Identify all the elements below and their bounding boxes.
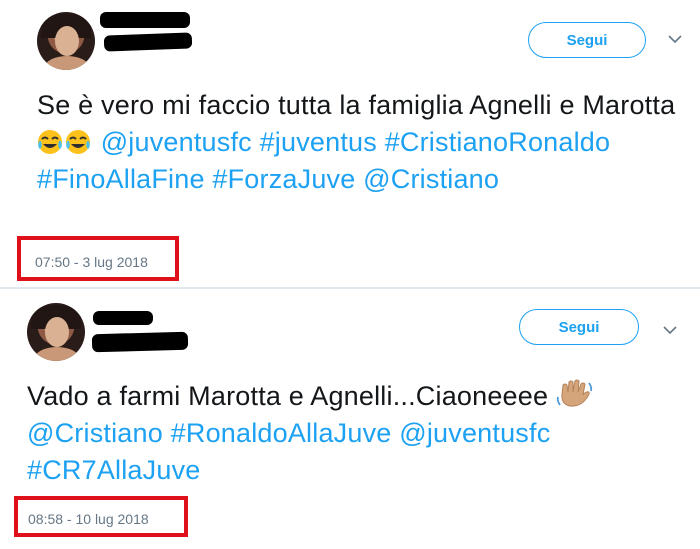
tweet-card: Segui Se è vero mi faccio tutta la famig…: [0, 0, 700, 288]
hashtag-link[interactable]: #ForzaJuve: [212, 164, 355, 194]
hashtag-link[interactable]: #FinoAllaFine: [37, 164, 205, 194]
mention-link[interactable]: @juventusfc: [399, 418, 550, 448]
follow-button-label: Segui: [566, 31, 608, 49]
crying-laughing-emoji: [65, 128, 91, 154]
tweet-body: Vado a farmi Marotta e Agnelli...Ciaonee…: [27, 381, 549, 411]
tweet-timestamp[interactable]: 08:58 - 10 lug 2018: [28, 511, 149, 527]
follow-button[interactable]: Segui: [519, 309, 639, 345]
hashtag-link[interactable]: #CR7AllaJuve: [27, 455, 200, 485]
tweet-text: Se è vero mi faccio tutta la famiglia Ag…: [37, 87, 687, 198]
chevron-down-icon[interactable]: [663, 325, 677, 337]
redacted-username: [103, 32, 193, 52]
crying-laughing-emoji: [37, 128, 63, 154]
hashtag-link[interactable]: #RonaldoAllaJuve: [171, 418, 392, 448]
tweet-body: Se è vero mi faccio tutta la famiglia Ag…: [37, 90, 676, 120]
mention-link[interactable]: @Cristiano: [363, 164, 499, 194]
tweet-timestamp[interactable]: 07:50 - 3 lug 2018: [35, 254, 148, 270]
hashtag-link[interactable]: #juventus: [260, 127, 377, 157]
avatar[interactable]: [27, 303, 85, 361]
redacted-display-name: [93, 311, 153, 325]
hashtag-link[interactable]: #CristianoRonaldo: [385, 127, 611, 157]
waving-hand-emoji: [556, 379, 596, 409]
follow-button[interactable]: Segui: [528, 22, 646, 58]
chevron-down-icon[interactable]: [668, 34, 682, 46]
avatar[interactable]: [37, 12, 95, 70]
tweet-text: Vado a farmi Marotta e Agnelli...Ciaonee…: [27, 378, 687, 489]
redacted-display-name: [100, 12, 190, 28]
mention-link[interactable]: @Cristiano: [27, 418, 163, 448]
mention-link[interactable]: @juventusfc: [101, 127, 252, 157]
tweet-card: Segui Vado a farmi Marotta e Agnelli...C…: [0, 289, 700, 549]
redacted-username: [91, 331, 189, 353]
follow-button-label: Segui: [558, 318, 600, 336]
